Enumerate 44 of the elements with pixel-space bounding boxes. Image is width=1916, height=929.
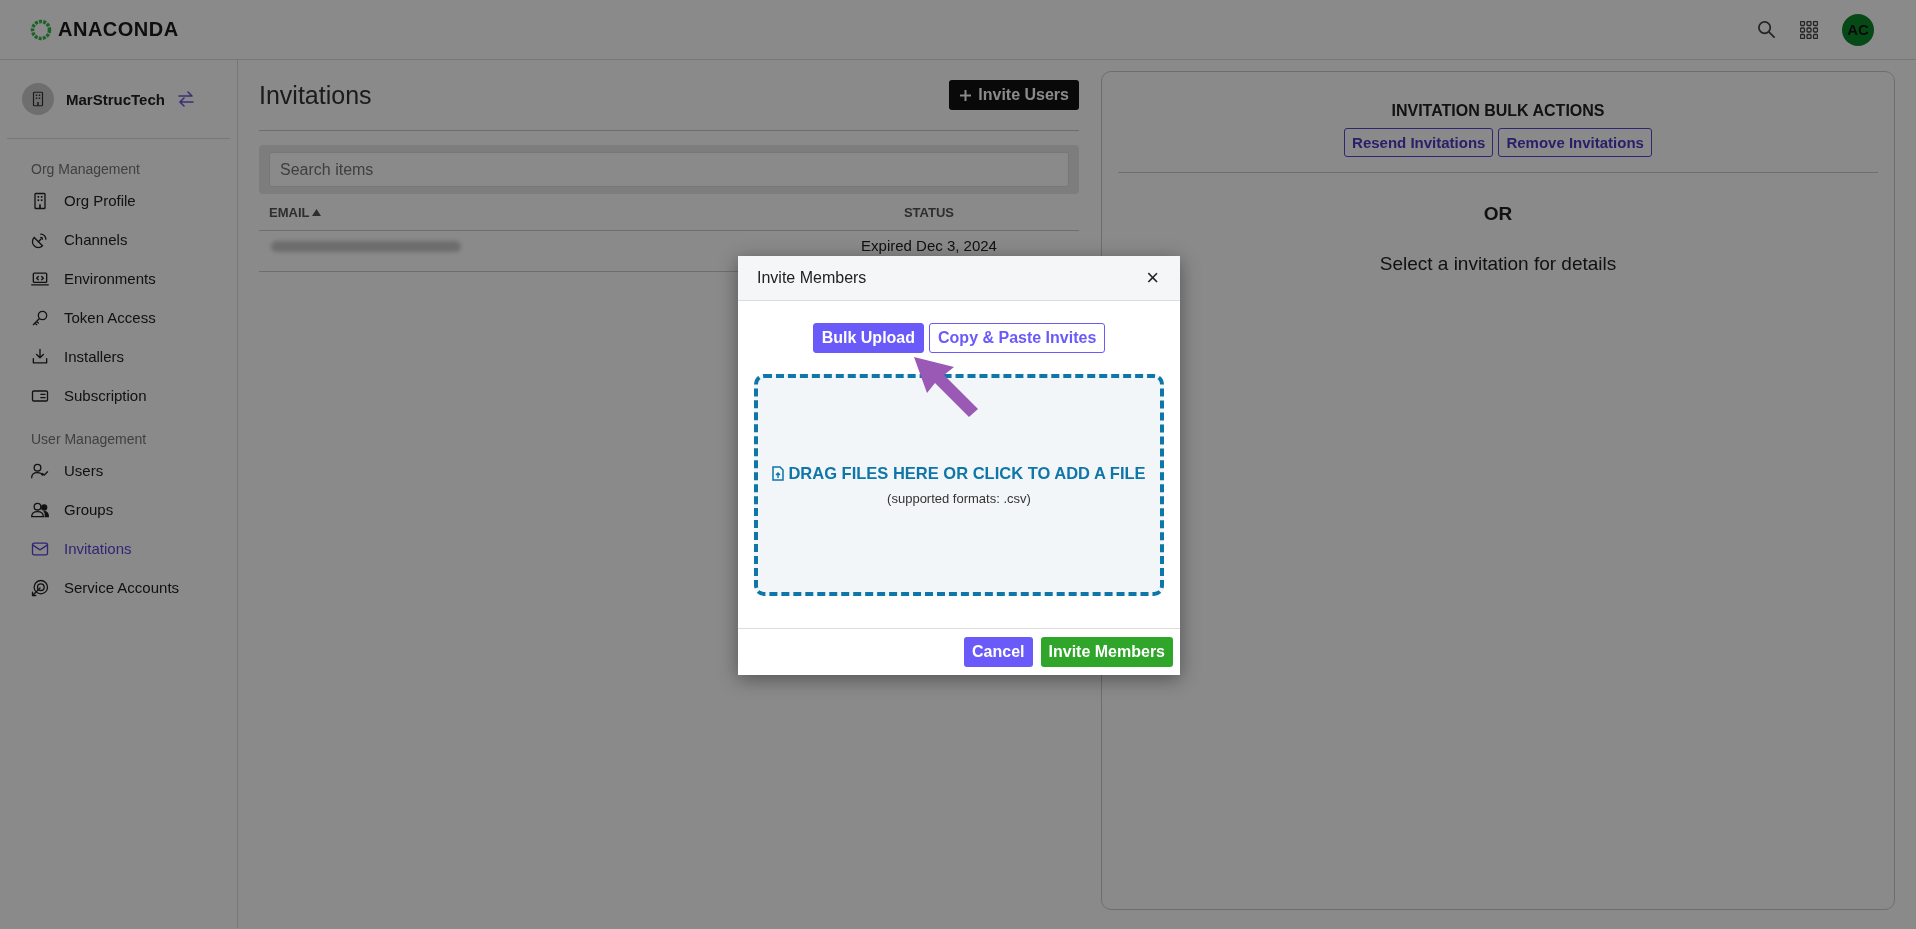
section-heading: User Management [30, 430, 148, 449]
sidebar-item[interactable]: Groups [0, 490, 237, 529]
sidebar-item[interactable]: Installers [0, 337, 237, 376]
plus-icon [959, 88, 973, 102]
column-header[interactable]: EMAIL [269, 204, 310, 220]
sidebar-item[interactable]: Service Accounts [0, 568, 237, 607]
sidebar-item[interactable]: Environments [0, 259, 237, 298]
target-arrow-icon [30, 577, 50, 598]
or-label: OR [1483, 203, 1513, 225]
apps-grid-icon[interactable] [1800, 20, 1818, 39]
file-dropzone[interactable]: DRAG FILES HERE OR CLICK TO ADD A FILE (supported formats: .csv) [754, 374, 1164, 596]
panel-title: INVITATION BULK ACTIONS [1391, 102, 1605, 120]
format-hint: (supported formats: .csv) [887, 491, 1031, 506]
invite-members-button[interactable]: Invite Members [1040, 637, 1173, 667]
logo-text: ANACONDA [58, 18, 179, 41]
close-button[interactable]: × [1144, 267, 1161, 289]
sidebar-item[interactable]: Channels [0, 220, 237, 259]
file-upload-icon [772, 466, 785, 481]
column-header[interactable]: STATUS [903, 204, 955, 220]
org-avatar [22, 83, 54, 115]
pointer-arrow [912, 355, 980, 419]
tab[interactable]: Copy & Paste Invites [929, 323, 1106, 353]
dialog-title: Invite Members [757, 269, 867, 287]
sidebar-item[interactable]: Users [0, 451, 237, 490]
table-cell-text: Expired Dec 3, 2024 [860, 237, 998, 254]
search-field[interactable]: Search items [269, 152, 1069, 187]
switch-icon[interactable] [176, 91, 195, 107]
page-title: Invitations [259, 80, 372, 110]
org-name: MarStrucTech [66, 90, 165, 108]
sidebar-item[interactable]: Invitations [0, 529, 237, 568]
bulk-action-button[interactable]: Resend Invitations [1344, 128, 1494, 157]
download-icon [30, 346, 50, 367]
logo-icon [30, 18, 52, 41]
cancel-button[interactable]: Cancel [964, 637, 1033, 667]
invite-users-button[interactable]: Invite Users [949, 80, 1079, 110]
sidebar-item[interactable]: Token Access [0, 298, 237, 337]
sidebar-item[interactable]: Org Profile [0, 181, 237, 220]
bulk-action-button[interactable]: Remove Invitations [1498, 128, 1652, 157]
tab[interactable]: Bulk Upload [812, 323, 925, 353]
search-icon[interactable] [1757, 20, 1776, 39]
dropzone-prompt: DRAG FILES HERE OR CLICK TO ADD A FILE [788, 464, 1146, 483]
section-heading: Org Management [30, 160, 141, 179]
sidebar-item[interactable]: Subscription [0, 376, 237, 415]
empty-message: Select a invitation for details [1379, 253, 1617, 275]
